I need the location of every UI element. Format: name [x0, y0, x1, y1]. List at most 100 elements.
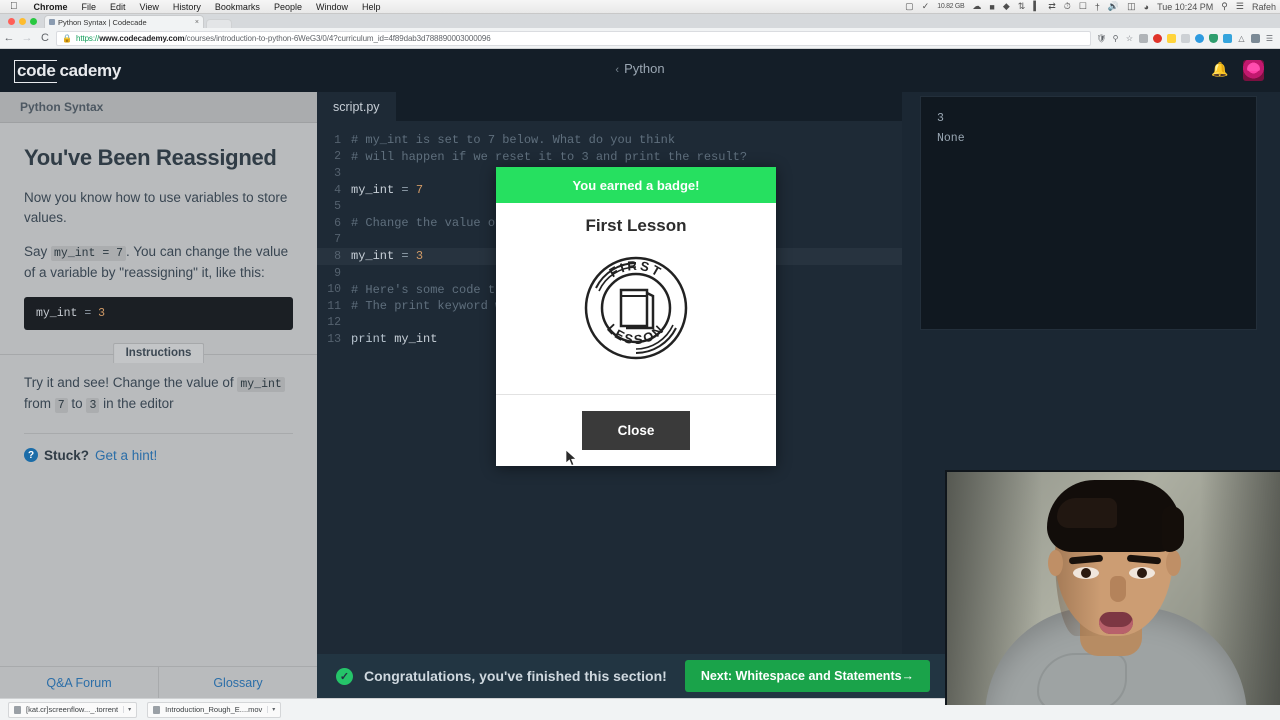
tab-favicon [49, 19, 55, 25]
download-item[interactable]: [kat.cr]screenflow..._.torrent ▾ [8, 701, 138, 718]
reload-icon[interactable]: C [36, 32, 54, 44]
zoom-search-icon[interactable]: ⚲ [1109, 32, 1122, 45]
get-hint-link[interactable]: Get a hint! [95, 448, 157, 463]
line-number: 3 [334, 166, 341, 180]
notification-bell-icon[interactable]: 🔔 [1211, 62, 1228, 78]
battery-icon[interactable]: ◫ [1123, 1, 1140, 12]
chevron-down-icon[interactable]: ▾ [123, 706, 131, 713]
adblock-shield-icon[interactable] [1207, 32, 1220, 45]
bluetooth-icon[interactable]: † [1091, 2, 1104, 12]
modal-header: You earned a badge! [496, 167, 776, 203]
tab-title: Python Syntax | Codecade [58, 17, 147, 27]
forward-arrow-icon[interactable]: → [18, 32, 36, 44]
window-traffic-lights [0, 18, 44, 28]
menu-item-chrome[interactable]: Chrome [27, 2, 75, 12]
cloud-icon[interactable]: ☁ [968, 1, 985, 12]
screenshot-icon[interactable]: ▢ [901, 1, 918, 12]
maximize-window-button[interactable] [30, 18, 37, 25]
browser-tab-active[interactable]: Python Syntax | Codecade × [44, 15, 204, 28]
arrow-up-icon[interactable]: △ [1235, 32, 1248, 45]
equalizer-icon[interactable]: ▍ [1029, 1, 1044, 12]
dropbox-icon[interactable]: ◆ [999, 1, 1014, 12]
instructions-label: Instructions [112, 343, 205, 364]
breadcrumb[interactable]: ‹ Python [0, 61, 1280, 76]
url-text: https://www.codecademy.com/courses/intro… [76, 34, 491, 43]
lesson-footer: Q&A Forum Glossary [0, 666, 317, 698]
apple-icon[interactable]:  [0, 1, 27, 12]
download-file-icon [14, 705, 21, 714]
lesson-panel: Python Syntax You've Been Reassigned Now… [0, 92, 317, 698]
spotlight-search-icon[interactable]: ⚲ [1217, 1, 1232, 12]
color-picker-icon[interactable] [1179, 32, 1192, 45]
menu-item-people[interactable]: People [267, 2, 309, 12]
close-button[interactable]: Close [581, 411, 691, 450]
inline-code-my-int-7: my_int = 7 [51, 246, 127, 262]
menu-bar-user[interactable]: Rafeh [1248, 2, 1280, 12]
modal-footer: Close [496, 394, 776, 466]
bookmark-star-icon[interactable]: ☆ [1123, 32, 1136, 45]
chrome-menu-icon[interactable]: ☰ [1263, 32, 1276, 45]
user-avatar[interactable] [1243, 60, 1264, 81]
line-number: 9 [334, 266, 341, 280]
instr-part-2: from [24, 396, 55, 412]
badge-title: First Lesson [585, 216, 687, 235]
python-extension-icon[interactable] [1165, 32, 1178, 45]
airplay-icon[interactable]: ☐ [1075, 1, 1091, 12]
lock-icon: 🔒 [62, 33, 72, 43]
pocket-icon[interactable] [1137, 32, 1150, 45]
menu-item-help[interactable]: Help [355, 2, 388, 12]
notification-center-icon[interactable]: ☰ [1232, 1, 1248, 12]
badge-arc-bottom-text: LESSON [604, 321, 665, 348]
download-item[interactable]: Introduction_Rough_E....mov ▾ [147, 701, 282, 718]
menu-item-file[interactable]: File [75, 2, 104, 12]
svg-text:LESSON: LESSON [604, 321, 668, 348]
blue-circle-icon[interactable] [1193, 32, 1206, 45]
code-line[interactable]: 2 # will happen if we reset it to 3 and p… [317, 149, 902, 166]
download-label: Introduction_Rough_E....mov [165, 705, 263, 714]
opera-icon[interactable] [1151, 32, 1164, 45]
misc-extension-icon[interactable] [1249, 32, 1262, 45]
line-number: 1 [334, 133, 341, 147]
instructions-separator: Instructions [0, 343, 317, 364]
disk-space-indicator[interactable]: 10.82 GB [933, 3, 968, 10]
close-tab-icon[interactable]: × [195, 19, 199, 26]
instr-part-3: to [67, 396, 87, 412]
menu-bar-clock[interactable]: Tue 10:24 PM [1153, 2, 1217, 12]
tumblr-icon[interactable] [1221, 32, 1234, 45]
code-var: my_int [36, 307, 78, 321]
back-arrow-icon[interactable]: ← [0, 32, 18, 44]
network-icon[interactable]: ⇄ [1044, 1, 1060, 12]
checkmark-status-icon[interactable]: ✓ [918, 1, 934, 12]
url-scheme: https:// [75, 33, 100, 43]
volume-icon[interactable]: 🔊 [1104, 1, 1123, 12]
minimize-window-button[interactable] [19, 18, 26, 25]
menu-item-history[interactable]: History [166, 2, 208, 12]
menu-item-bookmarks[interactable]: Bookmarks [208, 2, 267, 12]
instruction-text: Try it and see! Change the value of my_i… [24, 373, 293, 414]
square-status-icon[interactable]: ■ [985, 2, 998, 12]
close-window-button[interactable] [8, 18, 15, 25]
wifi-icon[interactable]: ◕ [1140, 2, 1153, 12]
sync-icon[interactable]: ⇅ [1014, 1, 1030, 12]
completion-message: Congratulations, you've finished this se… [364, 668, 667, 684]
new-tab-button[interactable] [206, 19, 232, 28]
file-tab-script-py[interactable]: script.py [317, 92, 396, 121]
tab-python-syntax[interactable]: Python Syntax [0, 100, 103, 114]
line-number: 5 [334, 200, 341, 214]
menu-item-window[interactable]: Window [309, 2, 355, 12]
p2-prefix: Say [24, 244, 52, 260]
clock-status-icon[interactable]: ⏱ [1060, 1, 1075, 12]
shield-icon[interactable]: 🛡 [1095, 32, 1108, 45]
download-file-icon [153, 705, 161, 714]
address-bar[interactable]: 🔒 https://www.codecademy.com/courses/int… [56, 30, 1091, 46]
line-number: 2 [334, 150, 341, 164]
chevron-down-icon[interactable]: ▾ [267, 706, 275, 713]
menu-item-view[interactable]: View [133, 2, 166, 12]
browser-toolbar: ← → C 🔒 https://www.codecademy.com/cours… [0, 28, 1280, 49]
extension-icon-row: 🛡 ⚲ ☆ △ ☰ [1095, 32, 1280, 45]
code-line[interactable]: 1 # my_int is set to 7 below. What do you… [317, 132, 902, 149]
qa-forum-link[interactable]: Q&A Forum [0, 667, 158, 698]
glossary-link[interactable]: Glossary [159, 667, 317, 698]
menu-item-edit[interactable]: Edit [103, 2, 133, 12]
next-section-button[interactable]: Next: Whitespace and Statements→ [684, 660, 931, 692]
